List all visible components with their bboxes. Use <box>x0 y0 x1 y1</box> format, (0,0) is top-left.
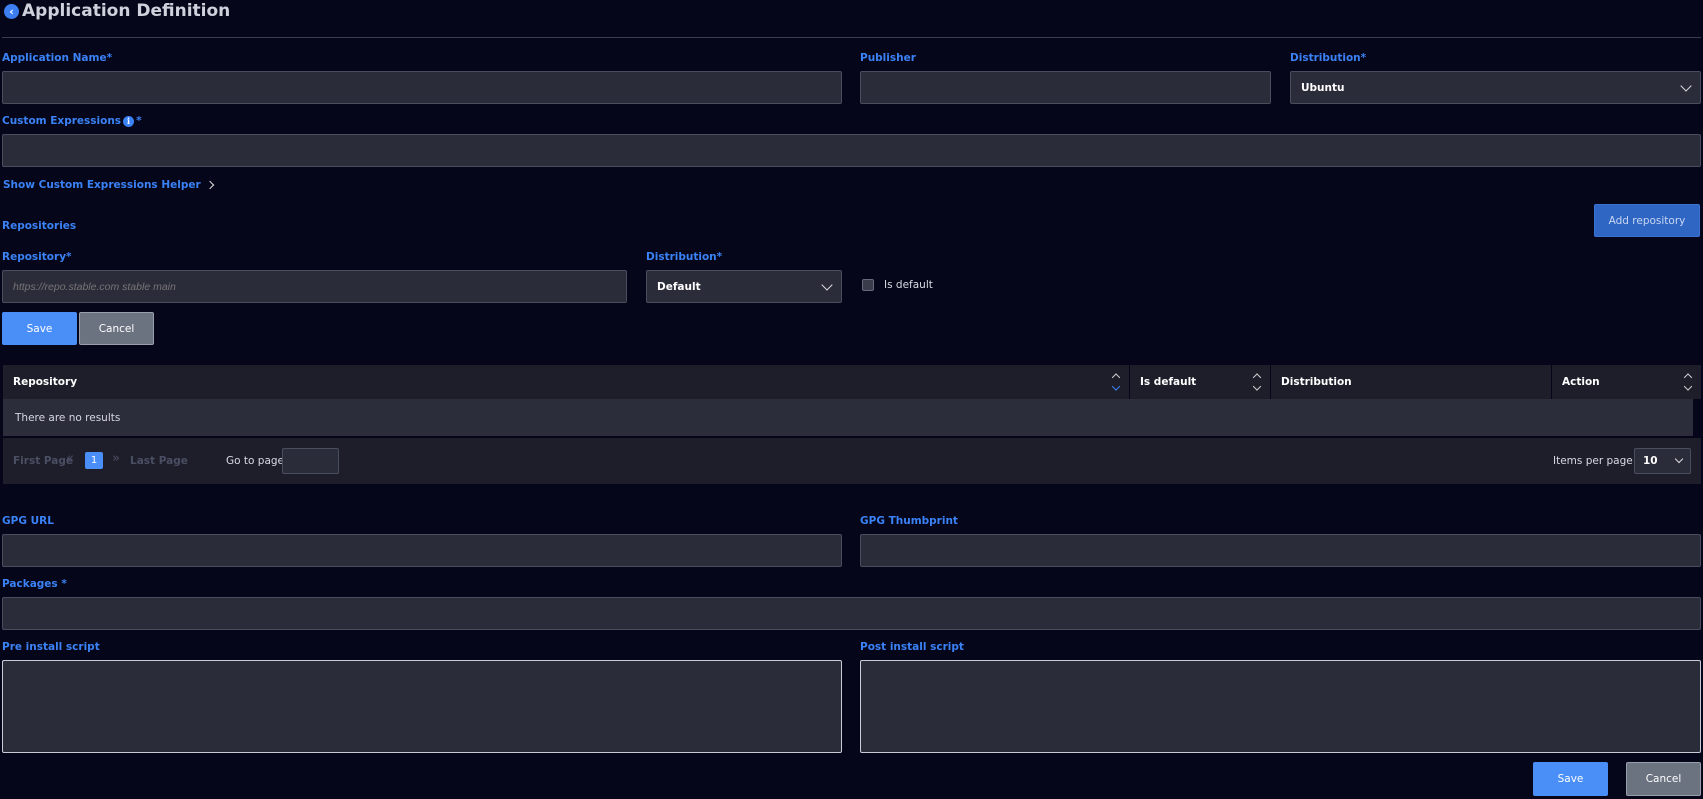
repo-cancel-button[interactable]: Cancel <box>79 312 154 345</box>
sort-icon <box>1252 373 1262 391</box>
items-per-page-label: Items per page: <box>1553 455 1637 467</box>
gpg-thumbprint-label: GPG Thumbprint <box>860 515 958 527</box>
post-install-label: Post install script <box>860 641 964 653</box>
packages-input[interactable] <box>2 597 1701 630</box>
required-marker: * <box>136 115 142 127</box>
sort-icon <box>1111 373 1121 391</box>
column-header-is-default[interactable]: Is default <box>1130 365 1271 399</box>
repo-save-button[interactable]: Save <box>2 312 77 345</box>
distribution-select[interactable]: Ubuntu <box>1290 71 1701 104</box>
go-to-page-input[interactable] <box>282 448 339 474</box>
page-title: Application Definition <box>22 1 231 21</box>
column-distribution-label: Distribution <box>1281 376 1352 388</box>
sort-icon <box>1683 373 1693 391</box>
go-to-page-label: Go to page: <box>226 455 288 467</box>
column-is-default-label: Is default <box>1140 376 1197 388</box>
app-name-input[interactable] <box>2 71 842 104</box>
table-empty-row: There are no results <box>3 399 1693 436</box>
app-name-label: Application Name* <box>2 52 113 64</box>
double-chevron-right-icon[interactable]: » <box>112 451 120 466</box>
page-header: ‹ Application Definition <box>4 0 230 22</box>
add-repository-button[interactable]: Add repository <box>1594 204 1700 237</box>
distribution-value: Ubuntu <box>1301 81 1345 94</box>
gpg-url-label: GPG URL <box>2 515 54 527</box>
repo-distribution-label: Distribution* <box>646 251 723 263</box>
repositories-heading: Repositories <box>2 220 77 232</box>
column-repository-label: Repository <box>13 376 78 388</box>
publisher-label: Publisher <box>860 52 916 64</box>
chevron-down-icon <box>1674 454 1684 464</box>
column-header-repository[interactable]: Repository <box>3 365 1130 399</box>
chevron-down-icon <box>821 278 833 291</box>
repository-input[interactable] <box>2 270 627 303</box>
repo-distribution-select[interactable]: Default <box>646 270 842 303</box>
custom-expressions-helper-link[interactable]: Show Custom Expressions Helper <box>3 179 214 191</box>
items-per-page-select[interactable]: 10 <box>1634 448 1691 474</box>
first-page-link[interactable]: First Page <box>13 455 73 467</box>
items-per-page-value: 10 <box>1643 455 1658 467</box>
column-header-distribution: Distribution <box>1271 365 1552 399</box>
pre-install-textarea[interactable] <box>2 660 842 753</box>
last-page-link[interactable]: Last Page <box>130 455 188 467</box>
post-install-textarea[interactable] <box>860 660 1701 753</box>
pre-install-label: Pre install script <box>2 641 100 653</box>
publisher-input[interactable] <box>860 71 1271 104</box>
repo-distribution-value: Default <box>657 280 701 293</box>
gpg-url-input[interactable] <box>2 534 842 567</box>
chevron-down-icon <box>1680 79 1692 92</box>
repository-label: Repository* <box>2 251 72 263</box>
custom-expressions-input[interactable] <box>2 134 1701 167</box>
distribution-label: Distribution* <box>1290 52 1367 64</box>
chevron-right-icon <box>205 180 214 190</box>
packages-label: Packages * <box>2 578 67 590</box>
column-header-action[interactable]: Action <box>1552 365 1701 399</box>
gpg-thumbprint-input[interactable] <box>860 534 1701 567</box>
custom-expressions-label-text: Custom Expressions <box>2 115 122 127</box>
info-icon[interactable]: i <box>123 115 135 127</box>
back-arrow-icon[interactable]: ‹ <box>4 3 19 19</box>
double-chevron-left-icon[interactable]: « <box>66 451 74 466</box>
repositories-table-header: Repository Is default Distribution Actio… <box>3 365 1701 399</box>
header-divider <box>2 37 1701 38</box>
save-button[interactable]: Save <box>1533 762 1608 796</box>
helper-link-label: Show Custom Expressions Helper <box>3 179 201 191</box>
is-default-checkbox[interactable] <box>862 279 874 291</box>
page-number-current[interactable]: 1 <box>85 452 103 469</box>
custom-expressions-label: Custom Expressions i * <box>2 115 142 127</box>
column-action-label: Action <box>1562 376 1600 388</box>
cancel-button[interactable]: Cancel <box>1626 762 1701 796</box>
is-default-label: Is default <box>884 279 933 291</box>
